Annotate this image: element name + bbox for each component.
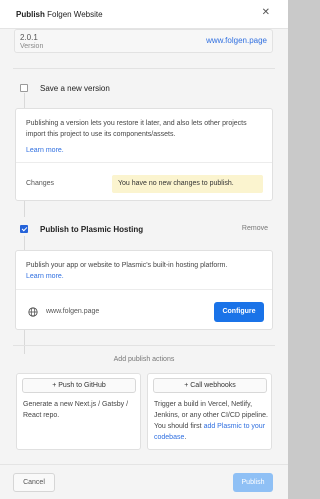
save-version-card: Publishing a version lets you restore it… bbox=[15, 108, 273, 201]
webhooks-action-card: + Call webhooks Trigger a build in Verce… bbox=[147, 373, 272, 450]
call-webhooks-button[interactable]: + Call webhooks bbox=[153, 378, 267, 393]
github-action-card: + Push to GitHub Generate a new Next.js … bbox=[16, 373, 141, 450]
version-number[interactable]: 2.0.1 bbox=[20, 33, 38, 42]
changes-label: Changes bbox=[26, 180, 55, 187]
globe-icon bbox=[28, 307, 38, 317]
publish-button[interactable]: Publish bbox=[233, 473, 273, 492]
webhooks-description-suffix: . bbox=[184, 434, 187, 441]
dialog-title-prefix: Publish bbox=[16, 10, 45, 19]
configure-button[interactable]: Configure bbox=[214, 302, 264, 322]
dialog-title-project: Folgen Website bbox=[47, 10, 103, 19]
hosting-domain: www.folgen.page bbox=[46, 308, 100, 315]
plasmic-hosting-title: Publish to Plasmic Hosting bbox=[40, 225, 144, 234]
plasmic-hosting-card: Publish your app or website to Plasmic's… bbox=[15, 250, 273, 330]
version-label: Version bbox=[20, 43, 44, 50]
dialog-footer: Cancel Publish bbox=[0, 464, 288, 499]
push-to-github-button[interactable]: + Push to GitHub bbox=[22, 378, 136, 393]
close-icon[interactable]: ✕ bbox=[262, 8, 270, 18]
version-box: 2.0.1 Version www.folgen.page bbox=[14, 29, 273, 53]
save-version-description: Publishing a version lets you restore it… bbox=[26, 118, 262, 140]
save-version-title: Save a new version bbox=[40, 84, 110, 93]
github-description: Generate a new Next.js / Gatsby / React … bbox=[23, 401, 129, 419]
card-separator bbox=[16, 162, 272, 163]
plasmic-hosting-description: Publish your app or website to Plasmic's… bbox=[26, 262, 228, 269]
card-separator bbox=[16, 289, 272, 290]
publish-dialog: Publish Folgen Website ✕ 2.0.1 Version w… bbox=[0, 0, 288, 499]
divider bbox=[13, 68, 275, 69]
plasmic-hosting-learn-more[interactable]: Learn more. bbox=[26, 271, 64, 282]
remove-button[interactable]: Remove bbox=[242, 225, 268, 232]
add-actions-heading: Add publish actions bbox=[113, 356, 175, 363]
cancel-button[interactable]: Cancel bbox=[13, 473, 55, 492]
changes-note: You have no new changes to publish. bbox=[112, 175, 263, 193]
divider bbox=[13, 345, 275, 346]
save-version-description-text: Publishing a version lets you restore it… bbox=[26, 120, 247, 138]
webhooks-description: Trigger a build in Vercel, Netlify, Jenk… bbox=[154, 399, 268, 443]
plasmic-hosting-checkbox[interactable] bbox=[20, 225, 28, 233]
save-version-checkbox[interactable] bbox=[20, 84, 28, 92]
save-version-learn-more[interactable]: Learn more. bbox=[26, 145, 64, 156]
dialog-title: Publish Folgen Website bbox=[16, 10, 103, 19]
version-domain-link[interactable]: www.folgen.page bbox=[206, 36, 267, 45]
dialog-header: Publish Folgen Website ✕ bbox=[0, 0, 288, 29]
